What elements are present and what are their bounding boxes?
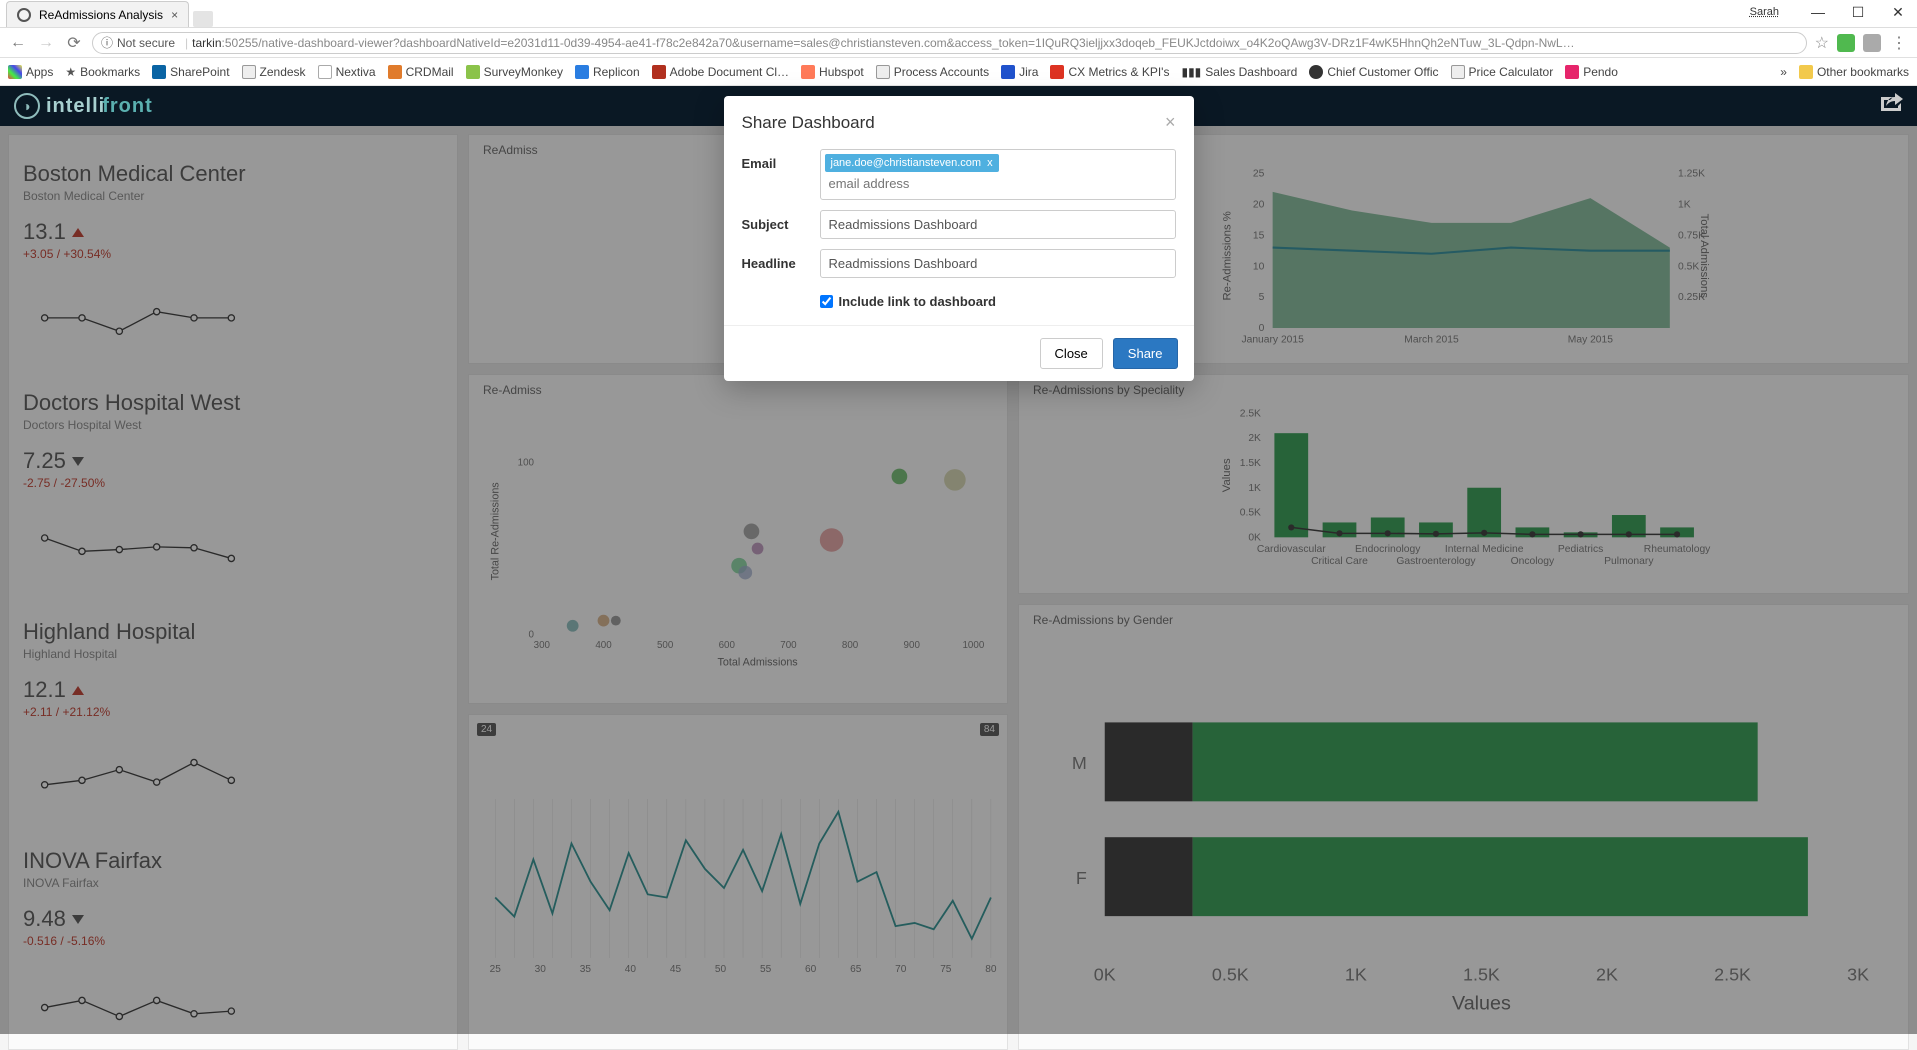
subject-label: Subject <box>742 210 820 232</box>
extension-icon[interactable] <box>1863 34 1881 52</box>
nav-back-icon[interactable]: ← <box>8 34 28 52</box>
bookmark-item[interactable]: ★Bookmarks <box>65 65 140 79</box>
tab-favicon <box>17 8 31 22</box>
export-icon[interactable] <box>1879 93 1903 119</box>
close-button[interactable]: Close <box>1040 338 1103 369</box>
include-link-checkbox[interactable] <box>820 295 833 308</box>
email-chip[interactable]: jane.doe@christiansteven.com x <box>825 154 999 172</box>
email-field[interactable]: jane.doe@christiansteven.com x <box>820 149 1176 200</box>
window-maximize-icon[interactable]: ☐ <box>1843 2 1873 22</box>
new-tab-button[interactable] <box>193 11 213 27</box>
browser-titlebar: ReAdmissions Analysis × Sarah — ☐ ✕ <box>0 0 1917 28</box>
browser-tab[interactable]: ReAdmissions Analysis × <box>6 1 189 27</box>
bookmark-item[interactable]: Zendesk <box>242 65 306 79</box>
bookmark-star-icon[interactable]: ☆ <box>1815 33 1829 53</box>
tab-title: ReAdmissions Analysis <box>39 8 163 22</box>
bookmark-item[interactable]: Process Accounts <box>876 65 989 79</box>
url-input[interactable]: ⓘ Not secure | tarkin :50255/native-dash… <box>92 32 1807 54</box>
logo-icon: ◑ <box>14 93 40 119</box>
email-label: Email <box>742 149 820 171</box>
bookmark-item[interactable]: Hubspot <box>801 65 864 79</box>
bookmark-item[interactable]: CX Metrics & KPI's <box>1050 65 1169 79</box>
browser-user[interactable]: Sarah <box>1750 6 1779 18</box>
apps-button[interactable]: Apps <box>8 65 53 79</box>
bookmark-item[interactable]: Jira <box>1001 65 1038 79</box>
chip-remove-icon[interactable]: x <box>987 157 993 169</box>
bookmark-item[interactable]: Pendo <box>1565 65 1618 79</box>
bookmark-item[interactable]: Price Calculator <box>1451 65 1554 79</box>
bookmark-item[interactable]: ▮▮▮Sales Dashboard <box>1181 65 1297 79</box>
app-logo[interactable]: ◑ intellifront <box>14 93 153 119</box>
headline-label: Headline <box>742 249 820 271</box>
url-path: :50255/native-dashboard-viewer?dashboard… <box>222 36 1575 50</box>
extension-icon[interactable] <box>1837 34 1855 52</box>
nav-reload-icon[interactable]: ⟳ <box>64 33 84 53</box>
email-input[interactable] <box>825 172 1171 195</box>
bookmark-item[interactable]: Chief Customer Offic <box>1309 65 1438 79</box>
modal-title: Share Dashboard <box>742 113 875 133</box>
share-button[interactable]: Share <box>1113 338 1178 369</box>
share-dashboard-modal: Share Dashboard × Email jane.doe@christi… <box>724 96 1194 381</box>
bookmark-item[interactable]: SharePoint <box>152 65 229 79</box>
bookmarks-bar: Apps ★Bookmarks SharePoint Zendesk Nexti… <box>0 58 1917 86</box>
url-host: tarkin <box>192 36 221 50</box>
bookmark-item[interactable]: Replicon <box>575 65 640 79</box>
bookmark-item[interactable]: Nextiva <box>318 65 376 79</box>
bookmark-item[interactable]: Adobe Document Cl… <box>652 65 789 79</box>
modal-close-icon[interactable]: × <box>1165 112 1176 133</box>
include-link-label: Include link to dashboard <box>839 294 996 309</box>
not-secure-label: ⓘ Not secure <box>101 34 175 51</box>
window-minimize-icon[interactable]: — <box>1803 2 1833 22</box>
nav-forward-icon[interactable]: → <box>36 34 56 52</box>
bookmarks-overflow-icon[interactable]: » <box>1780 65 1787 79</box>
address-bar: ← → ⟳ ⓘ Not secure | tarkin :50255/nativ… <box>0 28 1917 58</box>
tab-close-icon[interactable]: × <box>171 8 178 22</box>
window-close-icon[interactable]: ✕ <box>1883 2 1913 22</box>
other-bookmarks[interactable]: Other bookmarks <box>1799 65 1909 79</box>
bookmark-item[interactable]: SurveyMonkey <box>466 65 563 79</box>
browser-menu-icon[interactable]: ⋮ <box>1889 33 1909 53</box>
subject-input[interactable] <box>820 210 1176 239</box>
bookmark-item[interactable]: CRDMail <box>388 65 454 79</box>
headline-input[interactable] <box>820 249 1176 278</box>
